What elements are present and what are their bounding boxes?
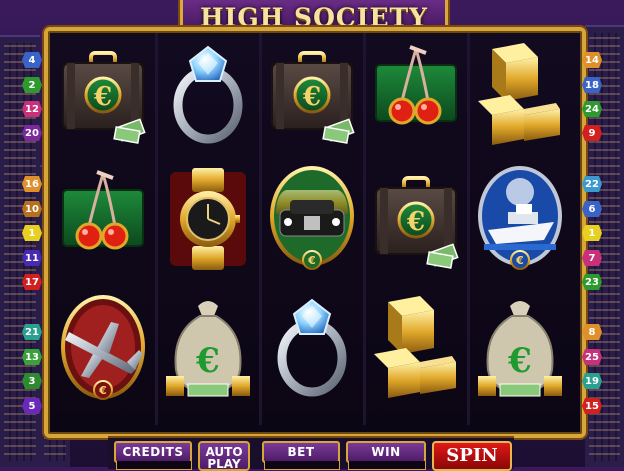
- reel-3: [261, 31, 363, 426]
- payline-marker-right[interactable]: 25: [582, 349, 602, 365]
- jet-plane-icon: [52, 284, 154, 409]
- cherries-icon: [365, 31, 467, 156]
- payline-marker-left[interactable]: 20: [22, 125, 42, 141]
- cherries-icon: [52, 156, 154, 281]
- reel-2: [157, 31, 259, 426]
- credits-display: [116, 461, 192, 470]
- credits-label: CREDITS: [114, 441, 192, 463]
- payline-marker-left[interactable]: 4: [22, 52, 42, 68]
- payline-marker-right[interactable]: 23: [582, 274, 602, 290]
- payline-marker-right[interactable]: 9: [582, 125, 602, 141]
- payline-marker-left[interactable]: 17: [22, 274, 42, 290]
- yacht-icon: [469, 156, 571, 281]
- payline-marker-left[interactable]: 11: [22, 250, 42, 266]
- payline-marker-left[interactable]: 10: [22, 201, 42, 217]
- briefcase-euro-icon: [261, 31, 363, 156]
- payline-marker-right[interactable]: 8: [582, 324, 602, 340]
- payline-marker-left[interactable]: 3: [22, 373, 42, 389]
- payline-marker-left[interactable]: 16: [22, 176, 42, 192]
- payline-marker-right[interactable]: 6: [582, 201, 602, 217]
- payline-marker-right[interactable]: 24: [582, 101, 602, 117]
- briefcase-euro-icon: [365, 156, 467, 281]
- payline-marker-left[interactable]: 1: [22, 225, 42, 241]
- limousine-icon: [261, 156, 363, 281]
- payline-marker-right[interactable]: 18: [582, 77, 602, 93]
- reel-4: [365, 31, 467, 426]
- autoplay-label-line2: PLAY: [207, 457, 241, 471]
- gold-bars-icon: [469, 31, 571, 156]
- payline-marker-left[interactable]: 2: [22, 77, 42, 93]
- payline-marker-right[interactable]: 7: [582, 250, 602, 266]
- payline-marker-left[interactable]: 12: [22, 101, 42, 117]
- gold-watch-icon: [157, 156, 259, 281]
- win-label: WIN: [346, 441, 426, 463]
- win-display: [348, 461, 426, 470]
- money-bag-icon: [157, 284, 259, 409]
- reel-1: [52, 31, 154, 426]
- payline-marker-left[interactable]: 21: [22, 324, 42, 340]
- payline-marker-right[interactable]: 19: [582, 373, 602, 389]
- payline-marker-left[interactable]: 13: [22, 349, 42, 365]
- payline-marker-left[interactable]: 5: [22, 398, 42, 414]
- gold-bars-icon: [365, 284, 467, 409]
- payline-marker-right[interactable]: 22: [582, 176, 602, 192]
- diamond-ring-icon: [261, 284, 363, 409]
- briefcase-euro-icon: [52, 31, 154, 156]
- bet-display: [264, 461, 340, 470]
- payline-marker-right[interactable]: 14: [582, 52, 602, 68]
- diamond-ring-icon: [157, 31, 259, 156]
- payline-marker-right[interactable]: 15: [582, 398, 602, 414]
- money-bag-icon: [469, 284, 571, 409]
- payline-marker-right[interactable]: 1: [582, 225, 602, 241]
- reel-5: [469, 31, 571, 426]
- bet-label: BET: [262, 441, 340, 463]
